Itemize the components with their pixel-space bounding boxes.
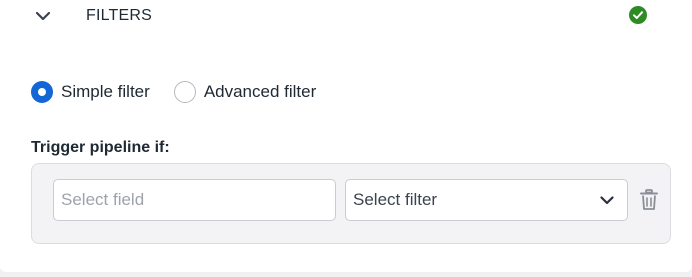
- radio-label: Simple filter: [61, 82, 150, 101]
- select-filter-dropdown[interactable]: Select filter: [345, 179, 628, 221]
- trash-icon[interactable]: [639, 189, 659, 211]
- radio-label: Advanced filter: [203, 82, 317, 101]
- simple-filter-radio[interactable]: Simple filter: [31, 81, 150, 103]
- filter-mode-radio-group: Simple filter Advanced filter: [31, 80, 340, 104]
- section-title: FILTERS: [86, 7, 153, 24]
- check-circle-icon: [629, 6, 647, 24]
- filters-header[interactable]: FILTERS: [0, 0, 692, 34]
- select-field-input[interactable]: [53, 179, 336, 221]
- filter-select-value: Select filter: [353, 190, 438, 209]
- filter-condition-row: Select filter: [31, 163, 671, 244]
- chevron-down-icon[interactable]: [34, 8, 52, 24]
- radio-checked-icon[interactable]: [31, 81, 53, 103]
- radio-unchecked-icon[interactable]: [173, 81, 196, 103]
- trigger-label: Trigger pipeline if:: [31, 139, 170, 156]
- filters-panel: FILTERS Simple filter Advanced filter Tr…: [0, 0, 692, 272]
- advanced-filter-radio[interactable]: Advanced filter: [173, 81, 317, 103]
- chevron-down-icon: [599, 192, 615, 208]
